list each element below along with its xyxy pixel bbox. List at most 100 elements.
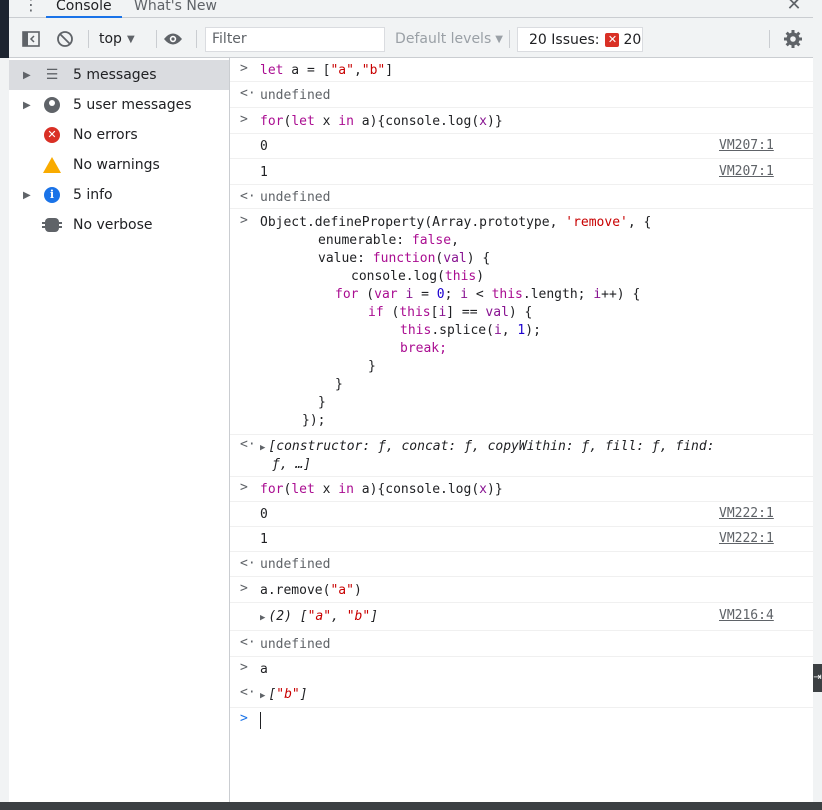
expand-arrow-icon[interactable]: ▶ [23, 100, 31, 111]
console-result-entry: <· undefined [230, 552, 813, 577]
console-input-entry: > a.remove("a") [230, 577, 813, 603]
expand-triangle-icon[interactable]: ▶ [260, 691, 265, 701]
window-edge-bottom [0, 802, 822, 810]
result-arrow-icon: <· [240, 556, 256, 571]
console-input-entry: > let a = ["a","b"] [230, 58, 813, 82]
input-prompt-icon: > [240, 480, 248, 495]
expand-arrow-icon[interactable]: ▶ [23, 70, 31, 81]
result-arrow-icon: <· [240, 685, 256, 700]
sidebar-item-messages[interactable]: ▶ ☰ 5 messages [9, 60, 229, 90]
issues-label: 20 Issues: [529, 31, 600, 48]
result-text: undefined [260, 190, 331, 205]
result-text: undefined [260, 557, 331, 572]
sidebar-item-user-messages[interactable]: ▶ 5 user messages [9, 90, 229, 120]
gear-icon[interactable] [781, 28, 805, 50]
devtools-panel: ⋮ Console What's New ✕ top ▼ Filter Defa… [9, 0, 813, 802]
input-prompt-icon: > [240, 213, 248, 228]
issues-count: 20 [623, 31, 642, 48]
sidebar-item-label: 5 info [73, 187, 113, 203]
console-result-entry: <· undefined [230, 185, 813, 209]
input-prompt-icon: > [240, 581, 248, 596]
log-levels-dropdown[interactable]: Default levels ▼ [395, 28, 503, 50]
levels-label: Default levels [395, 31, 492, 47]
console-prompt[interactable]: > [230, 708, 813, 734]
console-sidebar: ▶ ☰ 5 messages ▶ 5 user messages ✕ No er… [9, 58, 230, 802]
sidebar-item-label: No errors [73, 127, 138, 143]
code-line: } [368, 359, 376, 374]
filter-input[interactable]: Filter [205, 27, 385, 52]
input-prompt-icon: > [240, 660, 248, 675]
info-icon: i [43, 186, 61, 204]
console-log-entry: ▶ (2) ["a", "b"] VM216:4 [230, 603, 813, 631]
input-prompt-icon: > [240, 711, 248, 726]
console-log-entry: 0 VM207:1 [230, 134, 813, 159]
side-handle: ⇥ [813, 664, 822, 692]
more-menu-icon[interactable]: ⋮ [23, 0, 39, 16]
console-result-entry: <· ▶ ["b"] [230, 681, 813, 708]
caret-down-icon: ▼ [126, 33, 135, 45]
console-input-entry: > a [230, 657, 813, 681]
sidebar-item-label: 5 messages [73, 67, 157, 83]
log-text: 1 [260, 165, 268, 180]
log-text: 0 [260, 507, 268, 522]
user-icon [43, 96, 61, 114]
code-line: } [318, 395, 326, 410]
sidebar-item-info[interactable]: ▶ i 5 info [9, 180, 229, 210]
code-line: break; [400, 341, 447, 356]
error-icon: ✕ [605, 32, 620, 47]
sidebar-item-label: No warnings [73, 157, 160, 173]
close-icon[interactable]: ✕ [783, 0, 805, 17]
sidebar-toggle-icon[interactable] [20, 28, 42, 50]
sidebar-item-warnings[interactable]: ! No warnings [9, 150, 229, 180]
expand-arrow-icon[interactable]: ▶ [23, 190, 31, 201]
expand-triangle-icon[interactable]: ▶ [260, 613, 265, 623]
input-prompt-icon: > [240, 61, 248, 76]
source-link[interactable]: VM207:1 [719, 164, 774, 179]
log-text: 1 [260, 532, 268, 547]
sidebar-item-label: 5 user messages [73, 97, 192, 113]
result-arrow-icon: <· [240, 635, 256, 650]
tab-console[interactable]: Console [46, 0, 122, 18]
warning-icon: ! [43, 156, 64, 174]
code-line: } [335, 377, 343, 392]
sidebar-item-label: No verbose [73, 217, 153, 233]
object-preview[interactable]: [constructor: ƒ, concat: ƒ, copyWithin: … [268, 439, 714, 454]
console-result-entry: <· undefined [230, 82, 813, 108]
issues-button[interactable]: 20 Issues: ✕ 20 [517, 27, 643, 52]
console-output[interactable]: > let a = ["a","b"] <· undefined > for(l… [230, 58, 813, 802]
console-log-entry: 0 VM222:1 [230, 502, 813, 527]
text-cursor [260, 712, 261, 729]
expand-triangle-icon[interactable]: ▶ [260, 443, 265, 453]
sidebar-item-verbose[interactable]: No verbose [9, 210, 229, 240]
source-link[interactable]: VM222:1 [719, 531, 774, 546]
caret-down-icon: ▼ [495, 33, 503, 45]
result-arrow-icon: <· [240, 189, 256, 204]
object-preview-cont: ƒ, …] [272, 457, 312, 472]
error-icon: ✕ [43, 126, 61, 144]
source-link[interactable]: VM207:1 [719, 138, 774, 153]
context-selector[interactable]: top ▼ [99, 28, 147, 50]
console-input-entry: > Object.defineProperty(Array.prototype,… [230, 209, 813, 435]
log-text: 0 [260, 139, 268, 154]
console-log-entry: 1 VM222:1 [230, 527, 813, 552]
context-label: top [99, 31, 122, 47]
window-edge-left [0, 0, 9, 810]
result-arrow-icon: <· [240, 437, 256, 452]
sidebar-item-errors[interactable]: ✕ No errors [9, 120, 229, 150]
tab-strip: ⋮ Console What's New ✕ [9, 0, 813, 18]
source-link[interactable]: VM216:4 [719, 608, 774, 623]
bug-icon [42, 216, 62, 234]
code-line: }); [302, 413, 326, 428]
list-icon: ☰ [45, 67, 59, 83]
result-arrow-icon: <· [240, 86, 256, 101]
tab-whats-new[interactable]: What's New [124, 0, 227, 18]
console-toolbar: top ▼ Filter Default levels ▼ 20 Issues:… [9, 18, 813, 58]
console-input-entry: > for(let x in a){console.log(x)} [230, 477, 813, 502]
console-result-entry: <· ▶ [constructor: ƒ, concat: ƒ, copyWith… [230, 435, 813, 477]
source-link[interactable]: VM222:1 [719, 506, 774, 521]
console-result-entry: <· undefined [230, 631, 813, 657]
window-edge-right: ⇥ [813, 0, 822, 810]
result-text: undefined [260, 88, 331, 103]
clear-console-icon[interactable] [54, 28, 76, 50]
eye-icon[interactable] [161, 28, 185, 50]
